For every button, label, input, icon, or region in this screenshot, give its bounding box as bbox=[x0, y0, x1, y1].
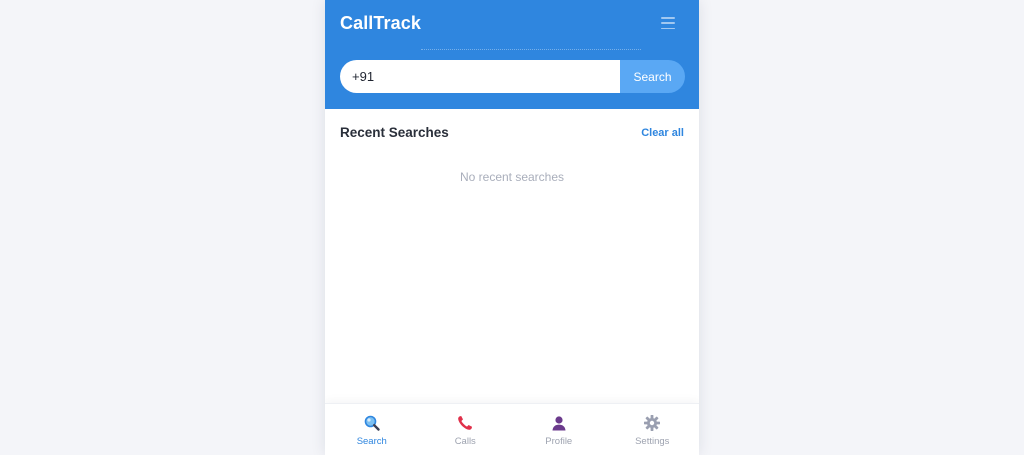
nav-item-calls[interactable]: Calls bbox=[419, 404, 513, 455]
app-header: CallTrack Search bbox=[325, 0, 699, 109]
nav-item-search[interactable]: Search bbox=[325, 404, 419, 455]
recent-searches-header: Recent Searches Clear all bbox=[340, 125, 684, 140]
app-title: CallTrack bbox=[340, 13, 421, 33]
nav-item-settings[interactable]: Settings bbox=[606, 404, 700, 455]
menu-icon[interactable] bbox=[661, 16, 675, 30]
nav-label-calls: Calls bbox=[454, 436, 476, 447]
menu-bar bbox=[661, 17, 675, 19]
bottom-nav: Search Calls Profile Settings bbox=[325, 403, 699, 455]
recent-searches-title: Recent Searches bbox=[340, 125, 449, 140]
search-icon bbox=[364, 415, 380, 431]
nav-label-settings: Settings bbox=[635, 436, 670, 447]
gear-icon bbox=[644, 415, 661, 431]
nav-item-profile[interactable]: Profile bbox=[512, 404, 606, 455]
search-input[interactable] bbox=[340, 60, 620, 93]
phone-icon bbox=[458, 416, 473, 430]
user-icon bbox=[552, 416, 566, 431]
empty-state-text: No recent searches bbox=[459, 170, 565, 184]
nav-label-search: Search bbox=[356, 436, 387, 447]
search-button[interactable]: Search bbox=[620, 60, 685, 93]
menu-bar bbox=[661, 22, 675, 24]
app-window: CallTrack Search Recent Searches Clear a… bbox=[325, 0, 699, 455]
clear-all-link[interactable]: Clear all bbox=[641, 127, 684, 139]
header-divider bbox=[421, 49, 641, 50]
nav-label-profile: Profile bbox=[545, 436, 573, 447]
menu-bar bbox=[661, 27, 675, 29]
search-bar: Search bbox=[340, 60, 685, 93]
